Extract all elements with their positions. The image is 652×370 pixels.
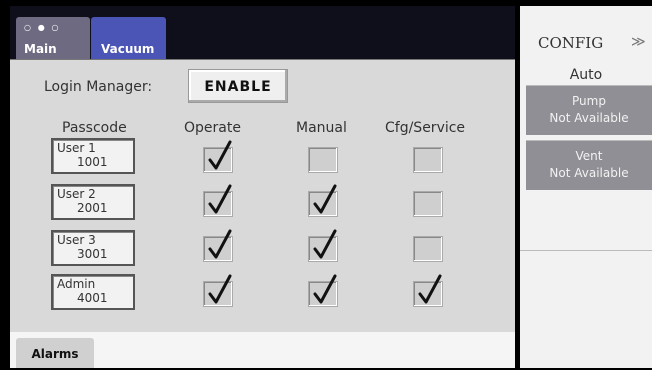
user-1-manual-checkbox[interactable] xyxy=(308,147,338,173)
checkmark-icon xyxy=(208,184,232,214)
user-3-cfg-checkbox[interactable] xyxy=(413,236,443,262)
control-side-panel: Auto Pump Not Available Vent Not Availab… xyxy=(520,59,652,368)
checkmark-icon xyxy=(313,274,337,304)
login-manager-label: Login Manager: xyxy=(44,79,153,95)
tab-vacuum-label: Vacuum xyxy=(101,42,155,56)
user-code: 1001 xyxy=(77,155,108,169)
tab-main-label: Main xyxy=(24,42,57,56)
pump-status: Not Available xyxy=(549,111,629,125)
user-code: 2001 xyxy=(77,201,108,215)
config-header[interactable]: CONFIG ≫ xyxy=(520,6,652,59)
user-1-passcode[interactable]: User 1 1001 xyxy=(51,138,135,174)
operate-header: Operate xyxy=(184,120,241,136)
user-2-cfg-checkbox[interactable] xyxy=(413,191,443,217)
login-manager-panel: Login Manager: ENABLE Passcode Operate M… xyxy=(10,59,515,332)
vent-label: Vent xyxy=(575,149,603,163)
divider xyxy=(520,250,652,251)
bottom-bar: Alarms xyxy=(10,332,515,368)
user-1-operate-checkbox[interactable] xyxy=(203,140,233,173)
user-2-manual-checkbox[interactable] xyxy=(308,184,338,217)
user-name: User 3 xyxy=(57,233,96,247)
checkmark-icon xyxy=(313,184,337,214)
admin-passcode[interactable]: Admin 4001 xyxy=(51,274,135,310)
tab-vacuum[interactable]: Vacuum xyxy=(91,17,166,59)
user-1-cfg-checkbox[interactable] xyxy=(413,147,443,173)
checkmark-icon xyxy=(208,140,232,170)
user-2-passcode[interactable]: User 2 2001 xyxy=(51,184,135,220)
auto-mode-label: Auto xyxy=(569,67,603,83)
user-3-manual-checkbox[interactable] xyxy=(308,229,338,262)
user-name: User 1 xyxy=(57,141,96,155)
user-name: User 2 xyxy=(57,187,96,201)
config-label: CONFIG xyxy=(538,34,604,52)
admin-operate-checkbox[interactable] xyxy=(203,274,233,307)
tab-main[interactable]: ○ ● ○ Main xyxy=(16,17,90,59)
vent-status: Not Available xyxy=(549,166,629,180)
user-name: Admin xyxy=(57,277,96,291)
admin-manual-checkbox[interactable] xyxy=(308,274,338,307)
chevron-down-icon: ≫ xyxy=(631,34,646,50)
user-2-operate-checkbox[interactable] xyxy=(203,184,233,217)
user-3-operate-checkbox[interactable] xyxy=(203,229,233,262)
vent-button[interactable]: Vent Not Available xyxy=(526,140,652,190)
enable-button[interactable]: ENABLE xyxy=(188,69,288,103)
pump-label: Pump xyxy=(572,94,606,108)
checkmark-icon xyxy=(208,274,232,304)
checkmark-icon xyxy=(313,229,337,259)
tab-bar: ○ ● ○ Main Vacuum xyxy=(10,6,515,59)
admin-cfg-checkbox[interactable] xyxy=(413,274,443,307)
user-code: 4001 xyxy=(77,291,108,305)
alarms-tab[interactable]: Alarms xyxy=(16,338,94,368)
pump-button[interactable]: Pump Not Available xyxy=(526,85,652,135)
user-3-passcode[interactable]: User 3 3001 xyxy=(51,230,135,266)
checkmark-icon xyxy=(208,229,232,259)
page-indicator-dots: ○ ● ○ xyxy=(24,23,61,32)
passcode-header: Passcode xyxy=(62,120,127,136)
manual-header: Manual xyxy=(296,120,347,136)
checkmark-icon xyxy=(418,274,442,304)
cfg-service-header: Cfg/Service xyxy=(385,120,466,136)
user-code: 3001 xyxy=(77,247,108,261)
